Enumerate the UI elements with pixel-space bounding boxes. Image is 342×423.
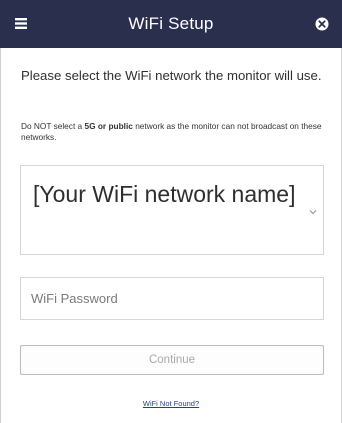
wifi-setup-window: WiFi Setup Please select the WiFi networ… [0, 0, 342, 423]
wifi-not-found-link[interactable]: WiFi Not Found? [1, 399, 341, 408]
continue-button[interactable]: Continue [20, 345, 324, 375]
network-warning: Do NOT select a 5G or public network as … [21, 121, 326, 143]
network-select[interactable]: [Your WiFi network name] [20, 165, 324, 255]
close-icon[interactable] [314, 16, 330, 32]
title-bar: WiFi Setup [0, 0, 342, 48]
wifi-password-field[interactable] [20, 277, 324, 320]
window-title: WiFi Setup [128, 14, 214, 33]
warning-emphasis: 5G or public [84, 121, 133, 131]
selected-network: [Your WiFi network name] [33, 181, 296, 207]
setup-panel: Please select the WiFi network the monit… [0, 48, 342, 423]
warning-prefix: Do NOT select a [21, 121, 85, 131]
dropdown-caret-icon [309, 202, 317, 215]
instruction-text: Please select the WiFi network the monit… [21, 68, 322, 83]
